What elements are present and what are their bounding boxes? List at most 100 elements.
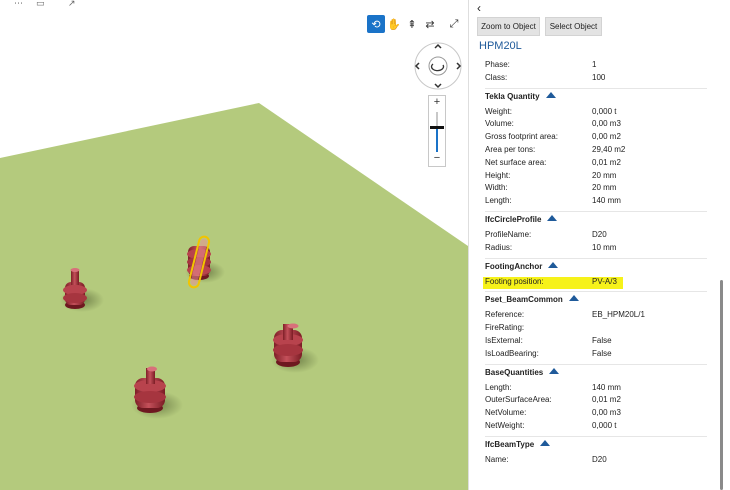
property-key: OuterSurfaceArea: bbox=[485, 395, 552, 405]
3d-viewport[interactable]: ⋯ ▭ ↗ ⟲ ✋ ⇞ ⇄ ⤢ + − bbox=[0, 0, 468, 490]
section-header[interactable]: BaseQuantities bbox=[485, 367, 560, 377]
section-title: BaseQuantities bbox=[485, 367, 544, 377]
section-header[interactable]: Pset_BeamCommon bbox=[485, 295, 579, 304]
section-header[interactable]: FootingAnchor bbox=[485, 261, 559, 271]
collapse-caret-icon[interactable] bbox=[545, 91, 556, 98]
property-row: Area per tons: 29,40 m2 bbox=[485, 145, 715, 157]
highlighted-property-row: Footing position: PV-A/3 bbox=[483, 276, 623, 289]
property-value: D20 bbox=[592, 454, 607, 464]
property-value: 0,01 m2 bbox=[592, 157, 621, 167]
property-value: 0,000 t bbox=[592, 421, 617, 430]
section-divider bbox=[485, 257, 707, 259]
swap-button[interactable]: ⇄ bbox=[421, 15, 439, 33]
property-value: D20 bbox=[592, 230, 607, 239]
property-value: 20 mm bbox=[592, 183, 617, 193]
property-key: NetWeight: bbox=[485, 421, 525, 430]
zoom-out-button[interactable]: − bbox=[429, 152, 445, 165]
property-value: 20 mm bbox=[592, 170, 617, 180]
pan-button[interactable]: ✋ bbox=[385, 15, 403, 33]
property-row: Gross footprint area: 0,00 m2 bbox=[485, 132, 715, 144]
property-value: 0,00 m3 bbox=[592, 408, 621, 418]
property-value: 0,000 t bbox=[592, 106, 617, 116]
zoom-thumb[interactable] bbox=[430, 126, 444, 129]
property-value: False bbox=[592, 348, 612, 358]
walk-button[interactable]: ⇞ bbox=[403, 15, 421, 33]
property-value: PV-A/3 bbox=[592, 276, 617, 286]
property-value: 140 mm bbox=[592, 196, 621, 206]
property-row: ProfileName: D20 bbox=[485, 230, 715, 242]
property-row: FireRating: bbox=[485, 323, 715, 335]
section-header[interactable]: IfcBeamType bbox=[485, 439, 551, 449]
section-divider bbox=[485, 211, 707, 212]
property-key: Length: bbox=[485, 382, 512, 392]
section-divider bbox=[485, 363, 707, 365]
section-title: IfcBeamType bbox=[485, 439, 535, 449]
property-value: 0,00 m3 bbox=[592, 119, 621, 129]
property-row: Reference: EB_HPM20L/1 bbox=[485, 310, 715, 322]
collapse-caret-icon[interactable] bbox=[547, 215, 558, 221]
section-title: FootingAnchor bbox=[485, 261, 543, 271]
property-row: Length: 140 mm bbox=[485, 196, 715, 208]
walk-icon: ⇞ bbox=[407, 18, 417, 31]
select-object-button[interactable]: Select Object bbox=[545, 17, 602, 36]
navigation-ring[interactable] bbox=[413, 42, 463, 90]
property-value: 100 bbox=[592, 72, 606, 82]
property-key: Weight: bbox=[485, 106, 512, 116]
model-scene[interactable] bbox=[0, 0, 468, 490]
swap-arrows-icon: ⇄ bbox=[425, 18, 435, 31]
property-row: Net surface area: 0,01 m2 bbox=[485, 158, 715, 170]
section-divider bbox=[485, 291, 707, 293]
zoom-slider[interactable]: + − bbox=[428, 95, 446, 167]
object-title: HPM20L bbox=[479, 40, 522, 52]
section-header[interactable]: Tekla Quantity bbox=[485, 91, 556, 101]
property-row: Name: D20 bbox=[485, 455, 715, 467]
property-row: Phase: 1 bbox=[485, 60, 715, 72]
expand-icon: ⤢ bbox=[449, 17, 459, 30]
property-value: 0,01 m2 bbox=[592, 395, 621, 405]
collapse-caret-icon[interactable] bbox=[548, 261, 559, 268]
section-title: IfcCircleProfile bbox=[485, 215, 542, 224]
property-row: IsExternal: False bbox=[485, 336, 715, 348]
collapse-caret-icon[interactable] bbox=[568, 295, 579, 302]
panel-scrollbar-thumb[interactable] bbox=[720, 280, 723, 490]
property-key: Area per tons: bbox=[485, 145, 536, 154]
property-key: Phase: bbox=[485, 60, 510, 69]
property-value: 29,40 m2 bbox=[592, 145, 626, 154]
fullscreen-button[interactable]: ⤢ bbox=[445, 15, 463, 33]
property-row: Width: 20 mm bbox=[485, 183, 715, 195]
collapse-caret-icon[interactable] bbox=[549, 367, 560, 374]
orbit-button[interactable]: ⟲ bbox=[367, 15, 385, 33]
property-row: Class: 100 bbox=[485, 73, 715, 85]
property-key: NetVolume: bbox=[485, 408, 527, 418]
property-value: 0,00 m2 bbox=[592, 132, 621, 142]
zoom-track-fill bbox=[436, 128, 438, 152]
view-toolbar: ⟲ ✋ ⇞ ⇄ ⤢ bbox=[367, 15, 465, 35]
property-row: NetVolume: 0,00 m3 bbox=[485, 408, 715, 420]
property-row: Height: 20 mm bbox=[485, 171, 715, 183]
property-key: FireRating: bbox=[485, 323, 525, 333]
section-title: Pset_BeamCommon bbox=[485, 295, 563, 305]
section-divider bbox=[485, 87, 707, 89]
property-key: Length: bbox=[485, 196, 512, 206]
property-row: Length: 140 mm bbox=[485, 383, 715, 395]
property-key: IsExternal: bbox=[485, 336, 523, 345]
property-key: ProfileName: bbox=[485, 230, 532, 239]
property-row: Volume: 0,00 m3 bbox=[485, 119, 715, 131]
property-key: Footing position: bbox=[485, 276, 544, 286]
section-title: Tekla Quantity bbox=[485, 91, 540, 101]
chevron-left-icon[interactable]: ‹ bbox=[477, 1, 481, 15]
property-row: NetWeight: 0,000 t bbox=[485, 421, 715, 433]
section-header[interactable]: IfcCircleProfile bbox=[485, 215, 558, 224]
zoom-in-button[interactable]: + bbox=[429, 96, 445, 109]
property-key: Width: bbox=[485, 183, 508, 193]
hand-icon: ✋ bbox=[387, 18, 401, 31]
property-key: Class: bbox=[485, 72, 508, 82]
property-value: 140 mm bbox=[592, 382, 621, 392]
property-row: IsLoadBearing: False bbox=[485, 349, 715, 361]
property-key: Name: bbox=[485, 454, 509, 464]
property-key: Height: bbox=[485, 170, 511, 180]
property-key: IsLoadBearing: bbox=[485, 348, 539, 358]
zoom-to-object-button[interactable]: Zoom to Object bbox=[477, 17, 540, 36]
collapse-caret-icon[interactable] bbox=[540, 439, 551, 446]
property-row: Weight: 0,000 t bbox=[485, 107, 715, 119]
